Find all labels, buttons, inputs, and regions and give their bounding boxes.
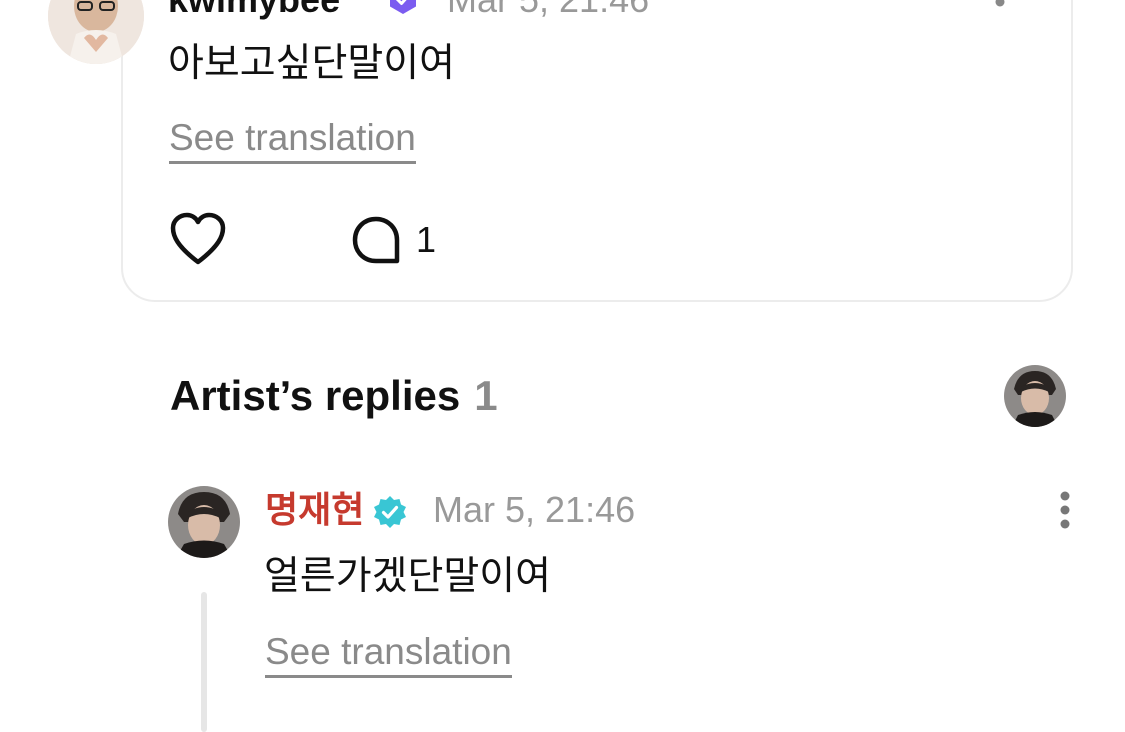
artist-name[interactable]: 명재현 bbox=[265, 490, 364, 530]
comment-bubble-icon[interactable] bbox=[350, 214, 402, 266]
heart-icon[interactable] bbox=[169, 212, 227, 266]
see-translation-link[interactable]: See translation bbox=[169, 116, 416, 164]
artist-replies-title: Artist’s replies bbox=[170, 372, 461, 419]
artist-avatar-small[interactable] bbox=[1004, 365, 1066, 427]
post-timestamp: Mar 5, 21:46 bbox=[447, 0, 649, 20]
reply-body-text: 얼른가겠단말이여 bbox=[264, 555, 552, 598]
see-translation-link[interactable]: See translation bbox=[265, 630, 512, 678]
artist-avatar[interactable] bbox=[168, 486, 240, 558]
more-vertical-icon[interactable] bbox=[992, 0, 1008, 16]
verified-badge-icon bbox=[372, 494, 408, 530]
creator-badge-icon bbox=[386, 0, 420, 16]
artist-replies-heading: Artist’s replies 1 bbox=[170, 371, 498, 421]
thread-line bbox=[201, 592, 207, 732]
comment-count: 1 bbox=[416, 219, 437, 260]
more-vertical-icon[interactable] bbox=[1056, 491, 1074, 531]
post-body-text: 아보고싶단말이여 bbox=[168, 42, 456, 85]
post-username[interactable]: kwimybee bbox=[168, 0, 340, 20]
artist-replies-count: 1 bbox=[474, 372, 498, 419]
reply-timestamp: Mar 5, 21:46 bbox=[433, 489, 636, 530]
